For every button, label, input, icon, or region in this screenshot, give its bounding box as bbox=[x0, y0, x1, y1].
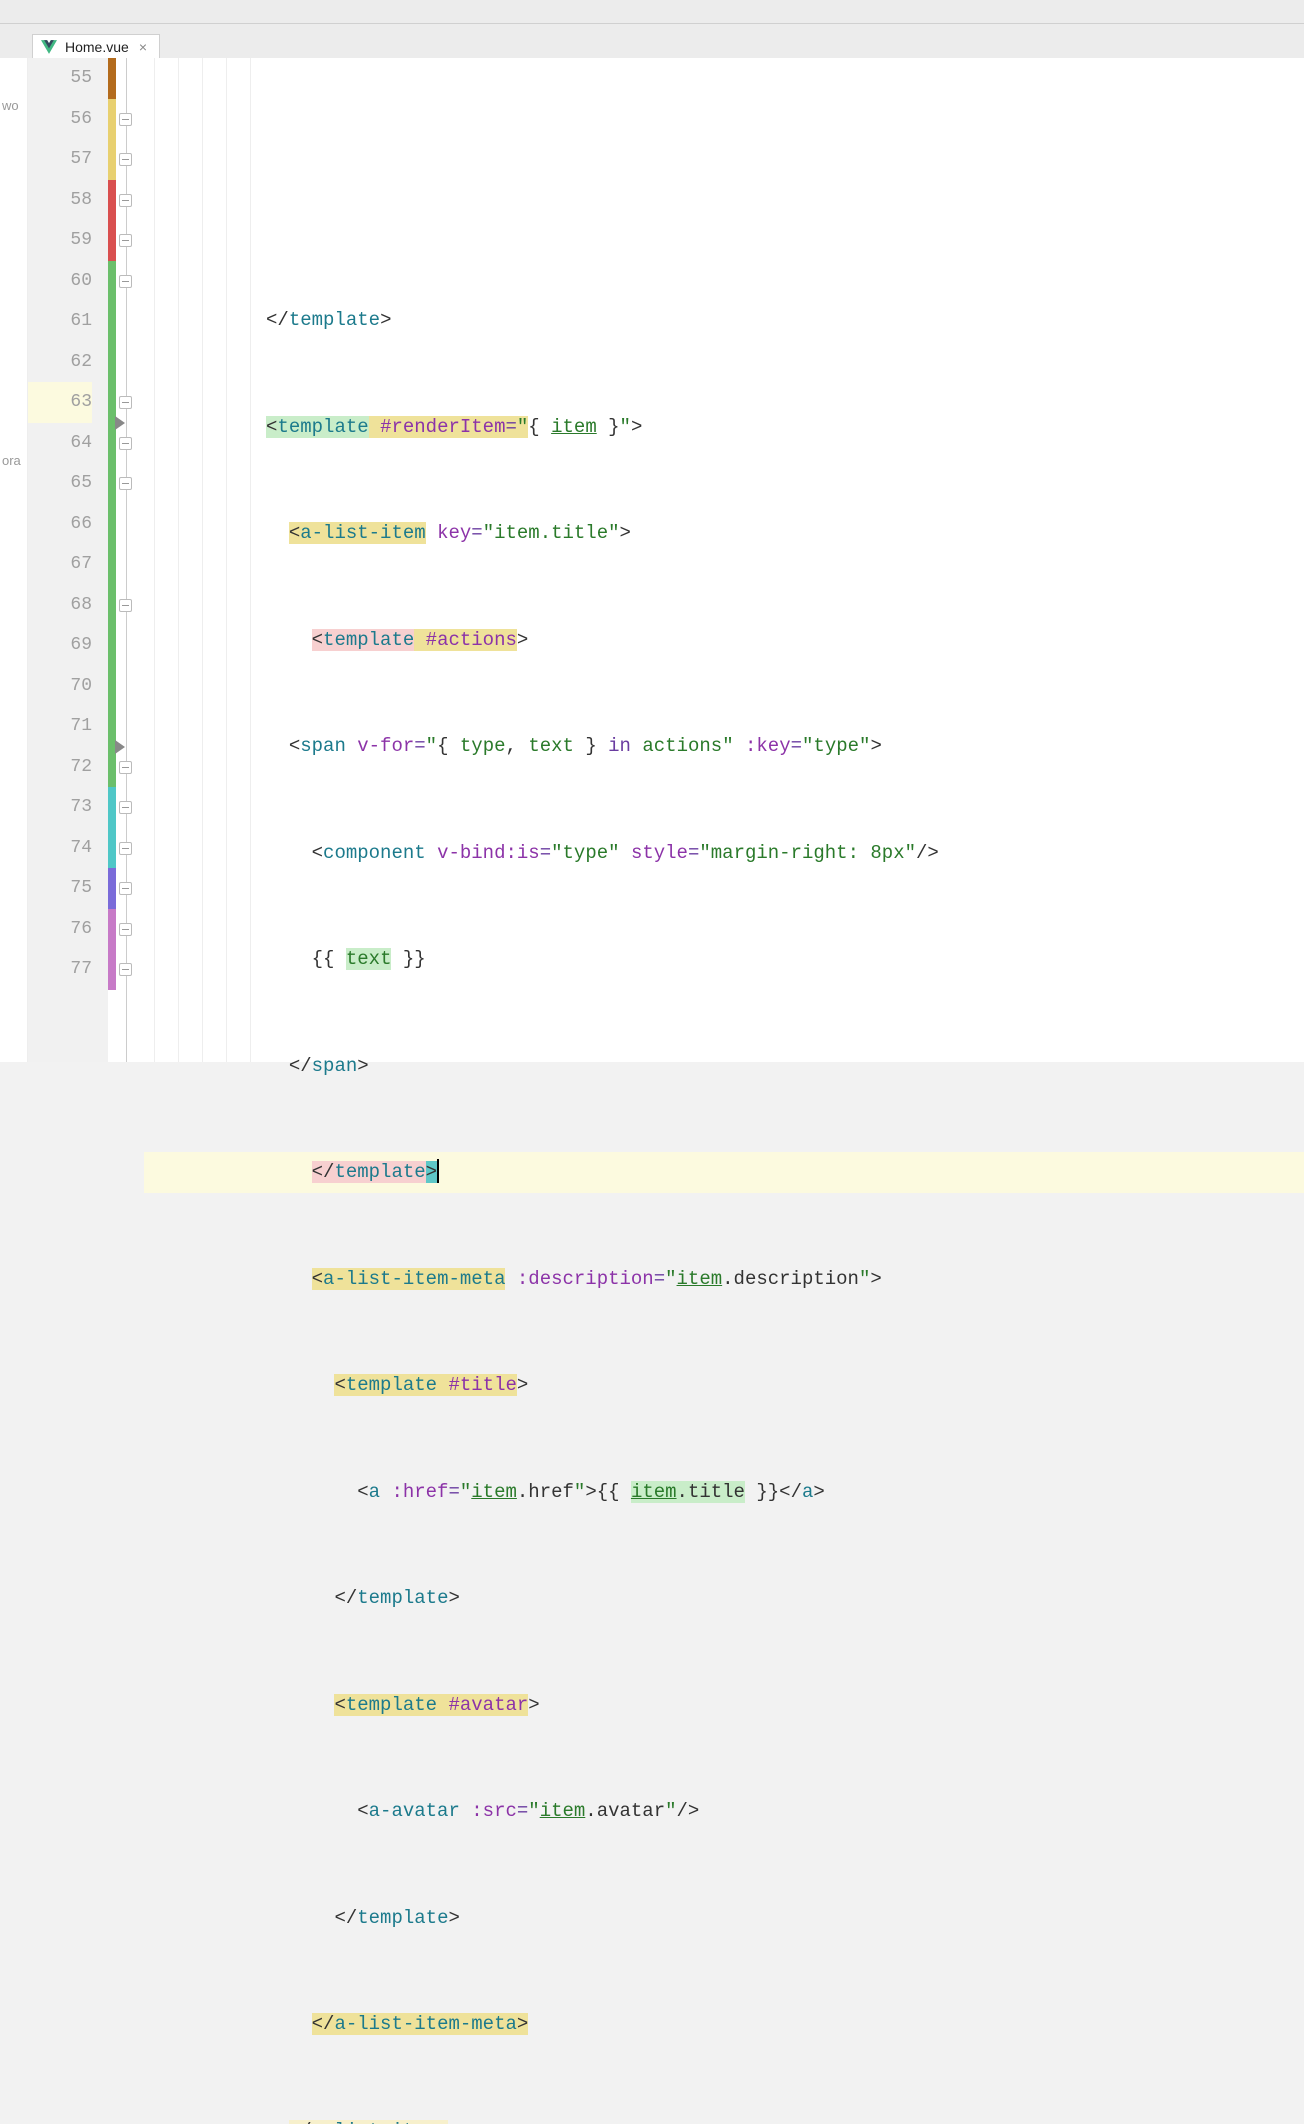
change-marker bbox=[108, 261, 116, 423]
fold-handle[interactable] bbox=[119, 963, 132, 976]
line-number: 67 bbox=[28, 544, 92, 585]
code-line[interactable]: </a-list-item-meta> bbox=[144, 2004, 1304, 2045]
line-number: 64 bbox=[28, 423, 92, 464]
code-line[interactable]: <component v-bind:is="type" style="margi… bbox=[144, 833, 1304, 874]
line-number: 60 bbox=[28, 261, 92, 302]
fragment-a: wo bbox=[0, 58, 27, 113]
change-marker bbox=[108, 180, 116, 261]
change-marker bbox=[108, 909, 116, 990]
breakpoint-arrow-icon bbox=[115, 416, 125, 430]
left-sidebar-fragment: wo ora bbox=[0, 58, 28, 1062]
line-number: 73 bbox=[28, 787, 92, 828]
fold-handle[interactable] bbox=[119, 153, 132, 166]
line-number: 68 bbox=[28, 585, 92, 626]
line-number: 56 bbox=[28, 99, 92, 140]
code-line[interactable]: <span v-for="{ type, text } in actions" … bbox=[144, 726, 1304, 767]
line-number: 58 bbox=[28, 180, 92, 221]
fold-handle[interactable] bbox=[119, 842, 132, 855]
line-number: 55 bbox=[28, 58, 92, 99]
fold-handle[interactable] bbox=[119, 761, 132, 774]
line-number: 76 bbox=[28, 909, 92, 950]
fold-handle[interactable] bbox=[119, 477, 132, 490]
fold-handle[interactable] bbox=[119, 275, 132, 288]
code-line-current[interactable]: </template> bbox=[144, 1152, 1304, 1193]
code-line[interactable]: <template #title> bbox=[144, 1365, 1304, 1406]
editor: wo ora 555657585960616263646566676869707… bbox=[0, 58, 1304, 1062]
line-number-gutter: 5556575859606162636465666768697071727374… bbox=[28, 58, 108, 1062]
line-number: 70 bbox=[28, 666, 92, 707]
change-marker bbox=[108, 99, 116, 140]
change-marker bbox=[108, 787, 116, 868]
line-number: 69 bbox=[28, 625, 92, 666]
tab-filename: Home.vue bbox=[65, 39, 129, 55]
fragment-b: ora bbox=[0, 413, 27, 468]
code-line[interactable]: <template #actions> bbox=[144, 620, 1304, 661]
code-line[interactable]: <a-avatar :src="item.avatar"/> bbox=[144, 1791, 1304, 1832]
line-number: 65 bbox=[28, 463, 92, 504]
code-area[interactable]: </template> <template #renderItem="{ ite… bbox=[144, 58, 1304, 1062]
change-marker-column bbox=[108, 58, 116, 1062]
code-line[interactable]: <a :href="item.href">{{ item.title }}</a… bbox=[144, 1472, 1304, 1513]
line-number: 63 bbox=[28, 382, 92, 423]
file-tab[interactable]: Home.vue × bbox=[32, 34, 160, 58]
breakpoint-arrow-icon bbox=[115, 740, 125, 754]
change-marker bbox=[108, 58, 116, 99]
code-line[interactable]: </template> bbox=[144, 300, 1304, 341]
fold-handle[interactable] bbox=[119, 437, 132, 450]
fold-handle[interactable] bbox=[119, 396, 132, 409]
fold-handle[interactable] bbox=[119, 113, 132, 126]
fold-handle[interactable] bbox=[119, 923, 132, 936]
code-line[interactable]: <template #renderItem="{ item }"> bbox=[144, 407, 1304, 448]
code-line[interactable]: </template> bbox=[144, 1898, 1304, 1939]
code-line[interactable]: <a-list-item-meta :description="item.des… bbox=[144, 1259, 1304, 1300]
fold-handle[interactable] bbox=[119, 194, 132, 207]
line-number: 77 bbox=[28, 949, 92, 990]
code-line[interactable]: </a-list-item> bbox=[144, 2111, 1304, 2124]
tab-bar: Home.vue × bbox=[0, 24, 1304, 58]
code-line[interactable]: </template> bbox=[144, 1578, 1304, 1619]
fold-handle[interactable] bbox=[119, 599, 132, 612]
line-number: 66 bbox=[28, 504, 92, 545]
line-number: 72 bbox=[28, 747, 92, 788]
line-number: 75 bbox=[28, 868, 92, 909]
fold-handle[interactable] bbox=[119, 234, 132, 247]
text-caret bbox=[437, 1159, 439, 1183]
change-marker bbox=[108, 423, 116, 788]
fold-handle[interactable] bbox=[119, 882, 132, 895]
line-number: 74 bbox=[28, 828, 92, 869]
change-marker bbox=[108, 139, 116, 180]
close-icon[interactable]: × bbox=[137, 39, 149, 55]
vue-icon bbox=[41, 39, 57, 55]
fold-column bbox=[116, 58, 144, 1062]
line-number: 59 bbox=[28, 220, 92, 261]
line-number: 62 bbox=[28, 342, 92, 383]
code-line[interactable]: {{ text }} bbox=[144, 939, 1304, 980]
code-line[interactable]: <template #avatar> bbox=[144, 1685, 1304, 1726]
line-number: 61 bbox=[28, 301, 92, 342]
line-number: 57 bbox=[28, 139, 92, 180]
change-marker bbox=[108, 868, 116, 909]
code-line[interactable]: </span> bbox=[144, 1046, 1304, 1087]
code-line[interactable]: <a-list-item key="item.title"> bbox=[144, 513, 1304, 554]
toolbar bbox=[0, 0, 1304, 24]
line-number: 71 bbox=[28, 706, 92, 747]
fold-handle[interactable] bbox=[119, 801, 132, 814]
